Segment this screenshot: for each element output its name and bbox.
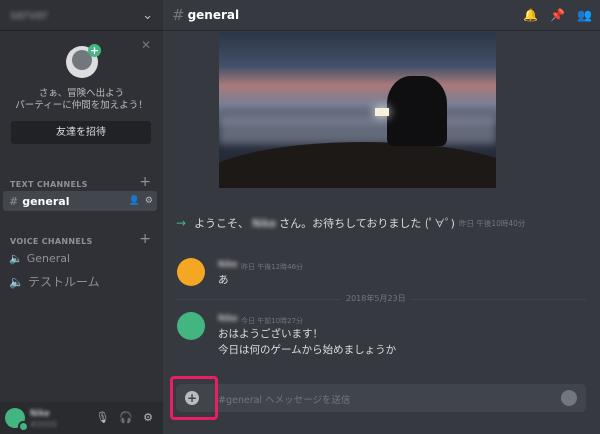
category-text-channels[interactable]: TEXT CHANNELS [10, 180, 88, 189]
user-tag: #0000 [30, 420, 58, 429]
welcome-timestamp: 昨日 午後10時40分 [458, 218, 526, 228]
user-name: Nike [30, 409, 50, 419]
pin-icon[interactable]: 📌 [550, 8, 565, 22]
gear-icon[interactable]: ⚙ [145, 196, 153, 206]
message-author[interactable]: Nike [218, 314, 238, 324]
status-indicator [18, 421, 29, 432]
date-divider-label: 2018年5月23日 [340, 293, 412, 304]
invite-text: さぁ、冒険へ出よう パーティーに仲間を加えよう！ [0, 88, 163, 112]
arrow-icon: → [176, 216, 187, 230]
highlight-box [170, 376, 218, 420]
message-author[interactable]: Nike [218, 260, 238, 270]
members-icon[interactable]: 👥 [577, 8, 592, 22]
user-controls: 🎙 🎧 ⚙ [95, 411, 153, 424]
message-text: あ [218, 274, 229, 286]
channel-title: general [187, 8, 240, 22]
invite-card: ✕ + さぁ、冒険へ出よう パーティーに仲間を加えよう！ 友達を招待 [0, 32, 163, 154]
emoji-icon[interactable] [561, 390, 577, 406]
message-text-line-2: 今日は何のゲームから始めましょうか [218, 344, 397, 356]
user-panel: Nike #0000 🎙 🎧 ⚙ [0, 402, 163, 434]
close-icon[interactable]: ✕ [141, 38, 151, 52]
welcome-post: さん。お待ちしておりました (ﾟ∀ﾟ) [279, 217, 455, 230]
user-add-icon[interactable]: 👤 [129, 196, 140, 206]
message-input[interactable]: #general へメッセージを送信 [218, 392, 350, 406]
server-name: server [10, 8, 48, 22]
attachment-image[interactable] [219, 32, 496, 188]
header-actions: 🔔 📌 👥 [523, 8, 592, 22]
speaker-icon: 🔈 [9, 252, 23, 265]
channel-general[interactable]: # general [9, 195, 69, 208]
message-avatar[interactable] [177, 258, 205, 286]
message-timestamp: 昨日 午後12時46分 [241, 263, 304, 271]
hash-icon: # [172, 6, 185, 24]
plus-icon: + [88, 44, 101, 57]
voice-channel-name: General [26, 252, 71, 265]
server-header[interactable]: server ⌄ [0, 0, 163, 30]
channel-name: general [22, 195, 70, 208]
bell-icon[interactable]: 🔔 [523, 8, 538, 22]
message-avatar[interactable] [177, 312, 205, 340]
voice-channel-testroom[interactable]: 🔈 テストルーム [9, 273, 100, 290]
channel-actions: 👤 ⚙ [129, 196, 153, 206]
gear-icon[interactable]: ⚙ [143, 411, 153, 424]
headphones-icon[interactable]: 🎧 [119, 411, 133, 424]
chat-header: # general 🔔 📌 👥 [163, 0, 600, 30]
speaker-icon: 🔈 [9, 274, 24, 289]
add-voice-channel-icon[interactable]: + [139, 231, 151, 247]
mic-icon[interactable]: 🎙 [95, 411, 109, 424]
message-composer: + #general へメッセージを送信 [176, 384, 586, 412]
welcome-pre: ようこそ、 [194, 217, 250, 230]
hash-icon: # [9, 195, 19, 208]
message-text-line-1: おはようございます！ [218, 328, 323, 340]
voice-channel-general[interactable]: 🔈 General [9, 252, 70, 265]
welcome-message: → ようこそ、 Nike さん。お待ちしておりました (ﾟ∀ﾟ) 昨日 午後10… [176, 215, 525, 231]
invite-friends-button[interactable]: 友達を招待 [11, 121, 151, 144]
category-voice-channels[interactable]: VOICE CHANNELS [10, 237, 93, 246]
message-timestamp: 今日 午前10時27分 [241, 317, 304, 325]
channel-sidebar: server ⌄ ✕ + さぁ、冒険へ出よう パーティーに仲間を加えよう！ 友達… [0, 0, 163, 434]
add-text-channel-icon[interactable]: + [139, 174, 151, 190]
invite-line-2: パーティーに仲間を加えよう！ [15, 100, 148, 111]
welcome-user[interactable]: Nike [252, 217, 276, 230]
chevron-down-icon[interactable]: ⌄ [142, 8, 153, 23]
invite-line-1: さぁ、冒険へ出よう [38, 88, 125, 99]
voice-channel-name: テストルーム [27, 275, 100, 289]
